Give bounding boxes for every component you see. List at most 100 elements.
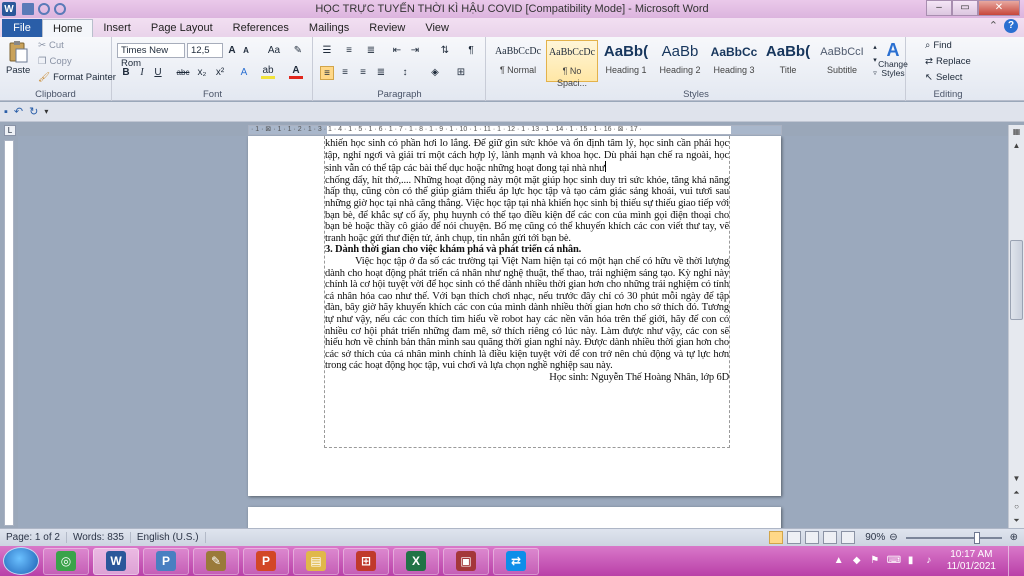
highlight-icon[interactable]: ab <box>261 66 275 80</box>
style-title[interactable]: AaBb( Title <box>762 40 814 82</box>
copy-button[interactable]: ❐ Copy <box>38 56 72 67</box>
tray-app-icon[interactable]: ◆ <box>851 555 863 567</box>
tab-selector-button[interactable]: L <box>4 125 16 136</box>
font-size-select[interactable]: 12,5 <box>187 43 223 58</box>
shrink-font-button[interactable]: A <box>239 44 253 58</box>
font-name-select[interactable]: Times New Rom <box>117 43 185 69</box>
tray-network-icon[interactable]: ▮ <box>905 555 917 567</box>
change-case-button[interactable]: Aa <box>263 44 285 58</box>
next-page-icon[interactable]: ⏷ <box>1009 514 1024 528</box>
tab-home[interactable]: Home <box>42 19 94 37</box>
web-layout-view-button[interactable] <box>805 531 820 544</box>
outline-view-button[interactable] <box>823 531 838 544</box>
section-heading[interactable]: 3. Dành thời gian cho việc khám phá và p… <box>325 244 729 256</box>
style-no-spacing[interactable]: AaBbCcDc ¶ No Spaci... <box>546 40 598 88</box>
font-color-icon[interactable]: A <box>289 66 303 80</box>
print-layout-view-button[interactable] <box>769 531 784 544</box>
replace-button[interactable]: ⇄ Replace <box>925 56 971 67</box>
select-button[interactable]: ↖ Select <box>925 72 962 83</box>
increase-indent-icon[interactable]: ⇥ <box>408 44 422 58</box>
ribbon-collapse-icon[interactable]: ⌃ <box>989 19 998 33</box>
style-subtitle[interactable]: AaBbCcI Subtitle <box>816 40 868 82</box>
scroll-up-arrow[interactable]: ▲ <box>1009 139 1024 153</box>
language-indicator[interactable]: English (U.S.) <box>131 532 206 543</box>
start-button[interactable] <box>3 547 39 575</box>
tray-flag-icon[interactable]: ⚑ <box>869 555 881 567</box>
taskbar-word-button[interactable]: W <box>93 547 139 575</box>
paragraph-2[interactable]: chống đẩy, hít thở,.... Những hoạt động … <box>325 175 729 245</box>
document-area[interactable]: khiến học sinh có phần hơi lo lắng. Để g… <box>18 136 1008 528</box>
sort-icon[interactable]: ⇅ <box>438 44 452 58</box>
taskbar-explorer-button[interactable]: ▤ <box>293 547 339 575</box>
horizontal-ruler[interactable]: · 1 · ⊠ · 1 · 1 · 2 · 1 · 3 · 1 · 4 · 1 … <box>248 125 782 135</box>
taskbar-excel-button[interactable]: X <box>393 547 439 575</box>
page-count[interactable]: Page: 1 of 2 <box>0 532 67 543</box>
decrease-indent-icon[interactable]: ⇤ <box>390 44 404 58</box>
clear-formatting-icon[interactable]: ✎ <box>291 44 305 58</box>
clock[interactable]: 10:17 AM 11/01/2021 <box>947 549 996 573</box>
tab-references[interactable]: References <box>223 19 299 37</box>
bold-button[interactable]: B <box>119 66 133 80</box>
style-heading-3[interactable]: AaBbCc Heading 3 <box>708 40 760 82</box>
scroll-down-arrow[interactable]: ▼ <box>1009 472 1024 486</box>
taskbar-pdf-button[interactable]: P <box>143 547 189 575</box>
title-undo-icon[interactable] <box>38 3 50 15</box>
underline-button[interactable]: U <box>151 66 165 80</box>
maximize-button[interactable]: ▭ <box>952 0 978 16</box>
borders-icon[interactable]: ⊞ <box>454 66 468 80</box>
vertical-ruler[interactable] <box>4 140 14 526</box>
previous-page-icon[interactable]: ⏶ <box>1009 486 1024 500</box>
taskbar-powerpoint-button[interactable]: P <box>243 547 289 575</box>
multilevel-list-icon[interactable]: ≣ <box>364 44 378 58</box>
tab-review[interactable]: Review <box>359 19 415 37</box>
cut-button[interactable]: ✂ Cut <box>38 40 64 51</box>
full-screen-view-button[interactable] <box>787 531 802 544</box>
zoom-out-icon[interactable]: ⊖ <box>889 532 897 543</box>
vertical-scrollbar[interactable]: ▦ ▲ ▼ ⏶ ○ ⏷ <box>1008 125 1024 528</box>
zoom-in-icon[interactable]: ⊕ <box>1010 532 1018 543</box>
paragraph-3[interactable]: Việc học tập ở đa số các trường tại Việt… <box>325 256 729 372</box>
signature-line[interactable]: Học sinh: Nguyễn Thế Hoàng Nhân, lớp 6D <box>325 372 729 384</box>
draft-view-button[interactable] <box>841 531 856 544</box>
taskbar-paint-button[interactable]: ✎ <box>193 547 239 575</box>
zoom-slider-thumb[interactable] <box>973 531 980 544</box>
scroll-thumb[interactable] <box>1010 240 1023 320</box>
tab-mailings[interactable]: Mailings <box>299 19 359 37</box>
zoom-level[interactable]: 90% <box>865 532 885 543</box>
style-heading-2[interactable]: AaBb Heading 2 <box>654 40 706 82</box>
document-body[interactable]: khiến học sinh có phần hơi lo lắng. Để g… <box>325 136 729 383</box>
show-desktop-button[interactable] <box>1008 546 1018 576</box>
subscript-button[interactable]: x₂ <box>195 66 209 80</box>
tab-insert[interactable]: Insert <box>93 19 141 37</box>
tray-volume-icon[interactable]: ♪ <box>923 555 935 567</box>
page-1[interactable]: khiến học sinh có phần hơi lo lắng. Để g… <box>248 136 781 496</box>
format-painter-button[interactable]: 🖌 Format Painter <box>38 72 116 83</box>
taskbar-access-button[interactable]: ▣ <box>443 547 489 575</box>
help-icon[interactable]: ? <box>1004 19 1018 33</box>
numbering-icon[interactable]: ≡ <box>342 44 356 58</box>
close-button[interactable]: ✕ <box>978 0 1020 16</box>
align-left-icon[interactable]: ≡ <box>320 66 334 80</box>
line-spacing-icon[interactable]: ↕ <box>398 66 412 80</box>
find-button[interactable]: ⌕ Find <box>925 40 952 51</box>
style-normal[interactable]: AaBbCcDc ¶ Normal <box>492 40 544 82</box>
tab-view[interactable]: View <box>415 19 459 37</box>
redo-icon[interactable]: ↻ <box>29 105 38 118</box>
word-count[interactable]: Words: 835 <box>67 532 131 543</box>
taskbar-teamviewer-button[interactable]: ⇄ <box>493 547 539 575</box>
change-styles-button[interactable]: A Change Styles <box>878 40 908 78</box>
grow-font-button[interactable]: A <box>225 44 239 58</box>
tray-up-arrow-icon[interactable]: ▲ <box>833 555 845 567</box>
show-marks-icon[interactable]: ¶ <box>464 44 478 58</box>
zoom-slider[interactable] <box>905 531 1002 544</box>
paragraph-1[interactable]: khiến học sinh có phần hơi lo lắng. Để g… <box>325 138 729 175</box>
paste-button[interactable]: Paste <box>6 40 30 76</box>
ruler-toggle-icon[interactable]: ▦ <box>1009 125 1024 139</box>
undo-icon[interactable]: ↶ <box>14 105 23 118</box>
style-heading-1[interactable]: AaBb( Heading 1 <box>600 40 652 82</box>
taskbar-network-button[interactable]: ⊞ <box>343 547 389 575</box>
title-save-icon[interactable] <box>22 3 34 15</box>
browse-object-icon[interactable]: ○ <box>1009 500 1024 514</box>
bullets-icon[interactable]: ☰ <box>320 44 334 58</box>
page-2[interactable] <box>248 507 781 528</box>
